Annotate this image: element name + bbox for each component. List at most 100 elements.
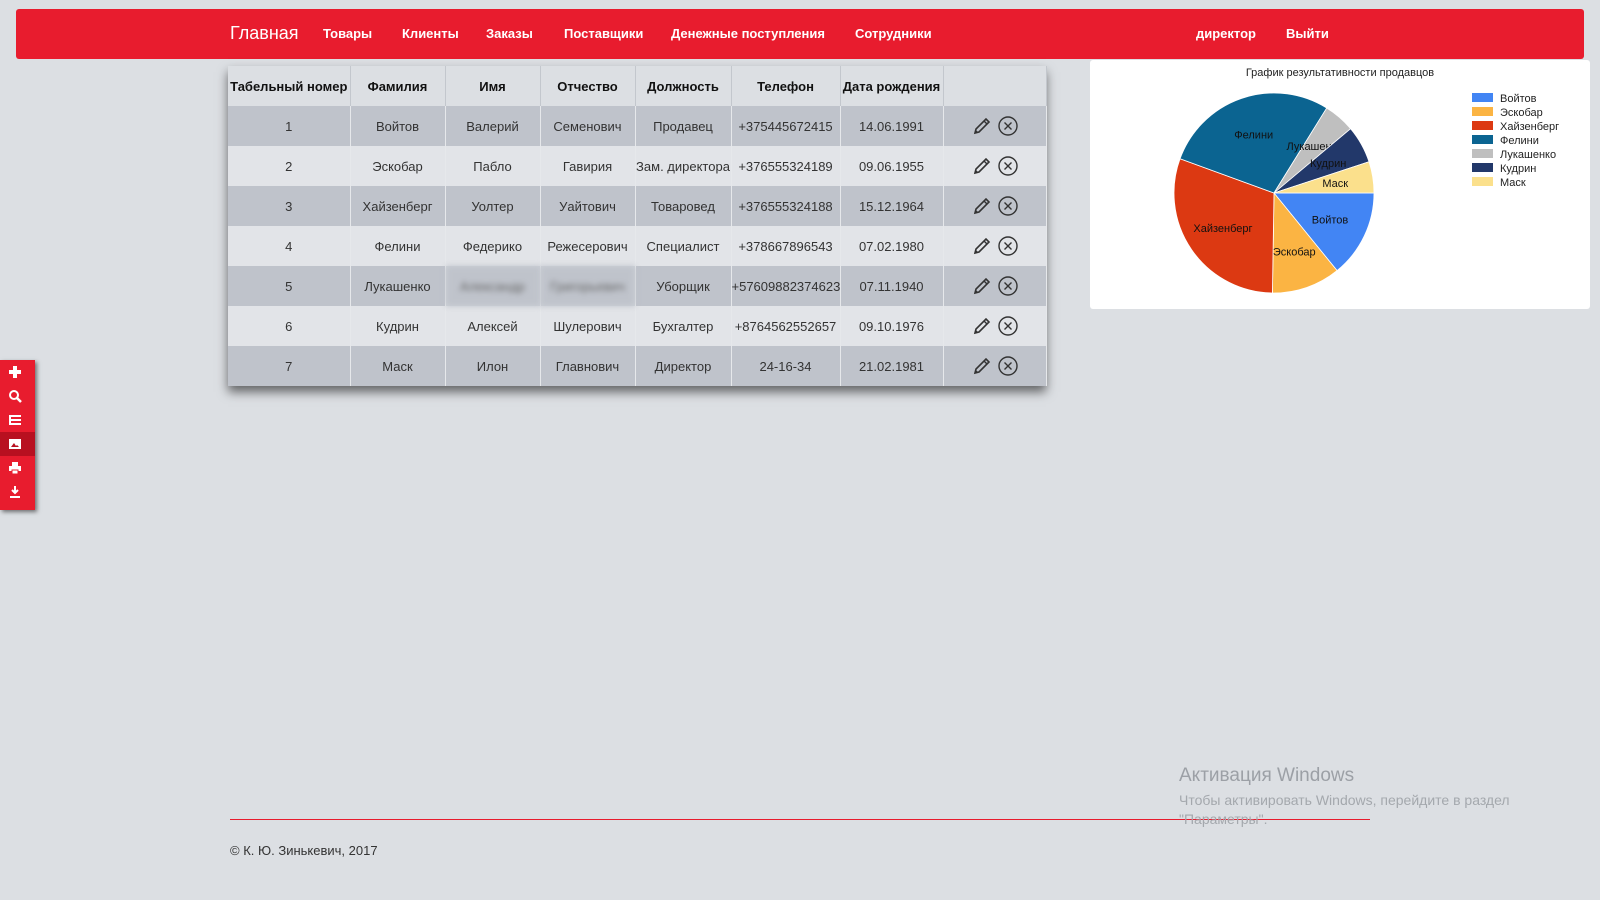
- cell-actions: [943, 306, 1047, 346]
- pie-slice-label: Фелини: [1234, 129, 1273, 141]
- image-tool-button[interactable]: [0, 432, 35, 456]
- column-header-phone: Телефон: [731, 66, 841, 106]
- legend-swatch: [1472, 135, 1493, 144]
- edit-pencil-icon[interactable]: [971, 315, 993, 337]
- cell-patronymic: Главнович: [540, 346, 636, 386]
- delete-x-icon[interactable]: [997, 275, 1019, 297]
- cell-surname: Фелини: [350, 226, 446, 266]
- edit-pencil-icon[interactable]: [971, 115, 993, 137]
- cell-actions: [943, 186, 1047, 226]
- cell-surname: Войтов: [350, 106, 446, 146]
- cell-patronymic: Уайтович: [540, 186, 636, 226]
- cell-id: 5: [228, 266, 351, 306]
- legend-swatch: [1472, 107, 1493, 116]
- table-body: 1 Войтов Валерий Семенович Продавец +37544567…: [228, 106, 1047, 386]
- cell-phone: +378667896543: [731, 226, 841, 266]
- cell-position: Директор: [635, 346, 732, 386]
- edit-pencil-icon[interactable]: [971, 195, 993, 217]
- cell-phone: +57609882374623: [731, 266, 841, 306]
- delete-x-icon[interactable]: [997, 355, 1019, 377]
- delete-x-icon[interactable]: [997, 195, 1019, 217]
- delete-x-icon[interactable]: [997, 315, 1019, 337]
- column-header-id: Табельный номер: [228, 66, 351, 106]
- nav-link-payments[interactable]: Денежные поступления: [671, 26, 825, 41]
- legend-label: Кудрин: [1500, 163, 1536, 175]
- table-row: 3 Хайзенберг Уолтер Уайтович Товаровед +37655…: [228, 186, 1047, 226]
- cell-birthdate: 14.06.1991: [840, 106, 944, 146]
- nav-user-link[interactable]: директор: [1196, 26, 1256, 41]
- cell-surname: Кудрин: [350, 306, 446, 346]
- edit-pencil-icon[interactable]: [971, 155, 993, 177]
- pie-chart: Войтов Эскобар Хайзенберг Фелини Лукашенко Ку…: [1173, 92, 1559, 294]
- cell-name: Уолтер: [445, 186, 541, 226]
- nav-home-link[interactable]: Главная: [230, 23, 299, 44]
- legend-swatch: [1472, 93, 1493, 102]
- cell-actions: [943, 226, 1047, 266]
- cell-surname: Хайзенберг: [350, 186, 446, 226]
- cell-name: Илон: [445, 346, 541, 386]
- delete-x-icon[interactable]: [997, 235, 1019, 257]
- cell-actions: [943, 106, 1047, 146]
- pie-slice-label: Войтов: [1312, 215, 1349, 227]
- cell-name: Федерико: [445, 226, 541, 266]
- cell-name: Александр: [445, 266, 541, 306]
- table-header-row: Табельный номер Фамилия Имя Отчество Дол…: [228, 66, 1047, 106]
- edit-pencil-icon[interactable]: [971, 275, 993, 297]
- cell-phone: +376555324189: [731, 146, 841, 186]
- column-header-surname: Фамилия: [350, 66, 446, 106]
- legend-swatch: [1472, 177, 1493, 186]
- cell-birthdate: 07.11.1940: [840, 266, 944, 306]
- table-row: 2 Эскобар Пабло Гавирия Зам. директора +37655…: [228, 146, 1047, 186]
- cell-phone: 24-16-34: [731, 346, 841, 386]
- cell-patronymic: Шулерович: [540, 306, 636, 346]
- add-tool-button[interactable]: [0, 360, 35, 384]
- cell-phone: +375445672415: [731, 106, 841, 146]
- delete-x-icon[interactable]: [997, 115, 1019, 137]
- delete-x-icon[interactable]: [997, 155, 1019, 177]
- print-tool-button[interactable]: [0, 456, 35, 480]
- nav-link-orders[interactable]: Заказы: [486, 26, 533, 41]
- legend-label: Фелини: [1500, 135, 1539, 147]
- cell-id: 2: [228, 146, 351, 186]
- search-tool-button[interactable]: [0, 384, 35, 408]
- cell-birthdate: 21.02.1981: [840, 346, 944, 386]
- logout-link[interactable]: Выйти: [1286, 26, 1329, 41]
- footer-copyright: © К. Ю. Зинькевич, 2017: [230, 843, 378, 858]
- print-icon: [9, 462, 21, 475]
- employees-table: Табельный номер Фамилия Имя Отчество Дол…: [228, 66, 1047, 386]
- cell-phone: +376555324188: [731, 186, 841, 226]
- nav-link-clients[interactable]: Клиенты: [402, 26, 459, 41]
- sales-chart-card: График результативности продавцов Войтов…: [1090, 60, 1590, 309]
- legend-label: Маск: [1500, 177, 1526, 189]
- legend-swatch: [1472, 163, 1493, 172]
- cell-birthdate: 07.02.1980: [840, 226, 944, 266]
- cell-actions: [943, 346, 1047, 386]
- cell-surname: Маск: [350, 346, 446, 386]
- legend-label: Войтов: [1500, 93, 1537, 105]
- cell-surname: Эскобар: [350, 146, 446, 186]
- nav-link-goods[interactable]: Товары: [323, 26, 372, 41]
- watermark-text: Чтобы активировать Windows, перейдите в …: [1179, 792, 1510, 827]
- cell-position: Специалист: [635, 226, 732, 266]
- cell-name: Валерий: [445, 106, 541, 146]
- column-header-position: Должность: [635, 66, 732, 106]
- cell-id: 6: [228, 306, 351, 346]
- side-toolbar: [0, 360, 35, 510]
- cell-position: Уборщик: [635, 266, 732, 306]
- edit-pencil-icon[interactable]: [971, 235, 993, 257]
- nav-link-suppliers[interactable]: Поставщики: [564, 26, 643, 41]
- nav-link-employees[interactable]: Сотрудники: [855, 26, 932, 41]
- list-tool-button[interactable]: [0, 408, 35, 432]
- cell-birthdate: 09.06.1955: [840, 146, 944, 186]
- table-row: 5 Лукашенко Александр Григорьевич Уборщик +57…: [228, 266, 1047, 306]
- cell-id: 7: [228, 346, 351, 386]
- column-header-actions: [943, 66, 1047, 106]
- cell-phone: +8764562552657: [731, 306, 841, 346]
- cell-patronymic: Григорьевич: [540, 266, 636, 306]
- export-tool-button[interactable]: [0, 480, 35, 504]
- table-row: 4 Фелини Федерико Режесерович Специалист +378…: [228, 226, 1047, 266]
- cell-birthdate: 09.10.1976: [840, 306, 944, 346]
- employees-table-container: Табельный номер Фамилия Имя Отчество Дол…: [228, 66, 1047, 386]
- cell-position: Зам. директора: [635, 146, 732, 186]
- edit-pencil-icon[interactable]: [971, 355, 993, 377]
